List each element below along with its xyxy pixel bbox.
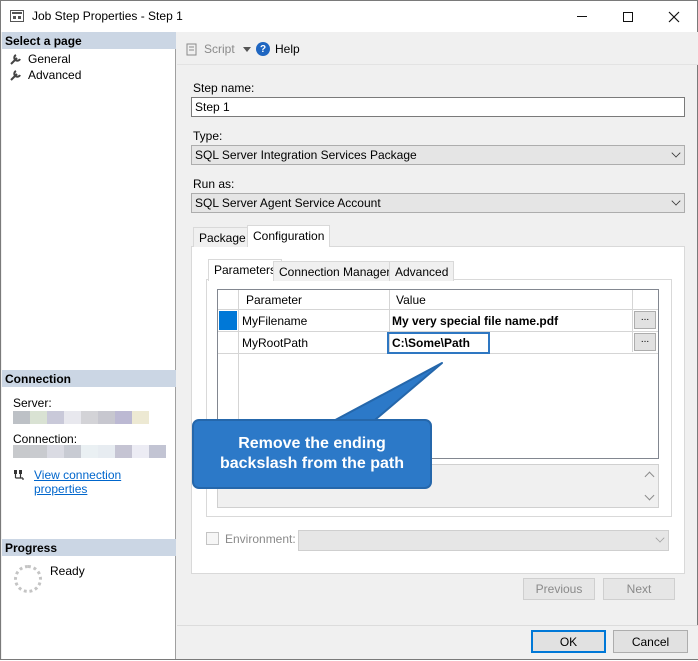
minimize-icon (577, 16, 587, 17)
chevron-down-icon (655, 533, 665, 543)
redacted-swatch (64, 411, 81, 424)
row-selector-selected[interactable] (219, 311, 237, 330)
progress-spinner-icon (14, 565, 42, 593)
help-button[interactable]: ? Help (256, 42, 300, 56)
vertical-scrollbar[interactable] (642, 465, 658, 507)
connection-properties-icon (14, 470, 24, 480)
connection-value-redacted (13, 445, 166, 458)
redacted-swatch (132, 411, 149, 424)
redacted-swatch (47, 411, 64, 424)
page-item-general[interactable]: General (9, 51, 71, 66)
toolbar: Script ? Help (177, 32, 698, 65)
ok-button[interactable]: OK (531, 630, 606, 653)
progress-status: Ready (50, 564, 85, 578)
redacted-swatch (81, 411, 98, 424)
help-icon: ? (256, 42, 270, 56)
progress-header: Progress (2, 539, 176, 556)
column-header-value[interactable]: Value (396, 293, 426, 307)
chevron-down-icon (671, 196, 681, 206)
connection-header: Connection (2, 370, 176, 387)
step-name-label: Step name: (193, 81, 255, 95)
previous-button[interactable]: Previous (523, 578, 595, 600)
redacted-swatch (149, 445, 166, 458)
run-as-label: Run as: (193, 177, 235, 191)
redacted-swatch (30, 411, 47, 424)
server-value-redacted (13, 411, 149, 424)
view-connection-properties-link[interactable]: View connection properties (34, 468, 175, 496)
redacted-swatch (47, 445, 64, 458)
environment-label: Environment: (225, 532, 296, 546)
window-icon (10, 10, 24, 22)
left-panel: Select a page General Advanced Connectio… (2, 32, 176, 659)
select-page-header: Select a page (2, 32, 176, 49)
value-highlight-box (387, 332, 490, 354)
step-name-input[interactable]: Step 1 (191, 97, 685, 117)
run-as-select[interactable]: SQL Server Agent Service Account (191, 193, 685, 213)
chevron-down-icon (671, 148, 681, 158)
redacted-swatch (115, 445, 132, 458)
tab-connection-managers[interactable]: Connection Managers (273, 261, 403, 281)
run-as-select-value: SQL Server Agent Service Account (195, 196, 381, 210)
script-label: Script (204, 42, 235, 56)
script-icon (186, 43, 197, 55)
window-title: Job Step Properties - Step 1 (32, 9, 183, 23)
redacted-swatch (132, 445, 149, 458)
help-label: Help (275, 42, 300, 56)
redacted-swatch (98, 411, 115, 424)
parameter-name-cell: MyFilename (242, 314, 308, 328)
wrench-icon (9, 69, 23, 81)
dropdown-arrow-icon[interactable] (242, 46, 251, 52)
tab-advanced[interactable]: Advanced (389, 261, 455, 281)
redacted-swatch (98, 445, 115, 458)
scroll-down-icon[interactable] (644, 490, 655, 501)
dialog-window: Job Step Properties - Step 1 Select a pa… (0, 0, 698, 660)
script-button[interactable]: Script (185, 42, 251, 56)
grid-header-divider (218, 309, 658, 310)
server-label: Server: (13, 396, 52, 410)
redacted-swatch (81, 445, 98, 458)
maximize-icon (623, 11, 633, 22)
callout-annotation: Remove the ending backslash from the pat… (192, 419, 432, 489)
environment-select[interactable] (298, 530, 669, 551)
redacted-swatch (30, 445, 47, 458)
scroll-up-icon[interactable] (644, 471, 655, 482)
tab-configuration[interactable]: Configuration (247, 225, 331, 247)
page-item-label: Advanced (28, 67, 82, 82)
page-item-advanced[interactable]: Advanced (9, 67, 81, 82)
callout-line-1: Remove the ending (238, 435, 386, 452)
browse-value-button[interactable]: ... (634, 333, 656, 351)
redacted-swatch (64, 445, 81, 458)
connection-label: Connection: (13, 432, 78, 446)
next-button[interactable]: Next (603, 578, 675, 600)
close-icon (668, 11, 680, 22)
type-select[interactable]: SQL Server Integration Services Package (191, 145, 685, 165)
cancel-button[interactable]: Cancel (613, 630, 688, 653)
redacted-swatch (115, 411, 132, 424)
redacted-swatch (13, 411, 30, 424)
column-header-parameter[interactable]: Parameter (246, 293, 302, 307)
title-bar: Job Step Properties - Step 1 (1, 1, 697, 32)
wrench-icon (9, 53, 23, 65)
tab-parameters[interactable]: Parameters (208, 259, 283, 281)
environment-checkbox[interactable] (206, 532, 219, 545)
parameter-name-cell: MyRootPath (242, 336, 309, 350)
grid-divider (632, 290, 633, 352)
dialog-button-bar: OK Cancel (177, 625, 698, 659)
maximize-button[interactable] (605, 1, 651, 32)
tab-package[interactable]: Package (193, 227, 252, 247)
callout-line-2: backslash from the path (219, 455, 405, 472)
type-label: Type: (193, 129, 223, 143)
parameter-value-cell[interactable]: My very special file name.pdf (392, 314, 558, 328)
minimize-button[interactable] (559, 1, 605, 32)
type-select-value: SQL Server Integration Services Package (195, 148, 417, 162)
browse-value-button[interactable]: ... (634, 311, 656, 329)
close-button[interactable] (651, 1, 697, 32)
row-selector[interactable] (219, 333, 237, 352)
redacted-swatch (13, 445, 30, 458)
main-panel: Step name: Step 1 Type: SQL Server Integ… (177, 66, 698, 626)
page-item-label: General (28, 51, 71, 66)
